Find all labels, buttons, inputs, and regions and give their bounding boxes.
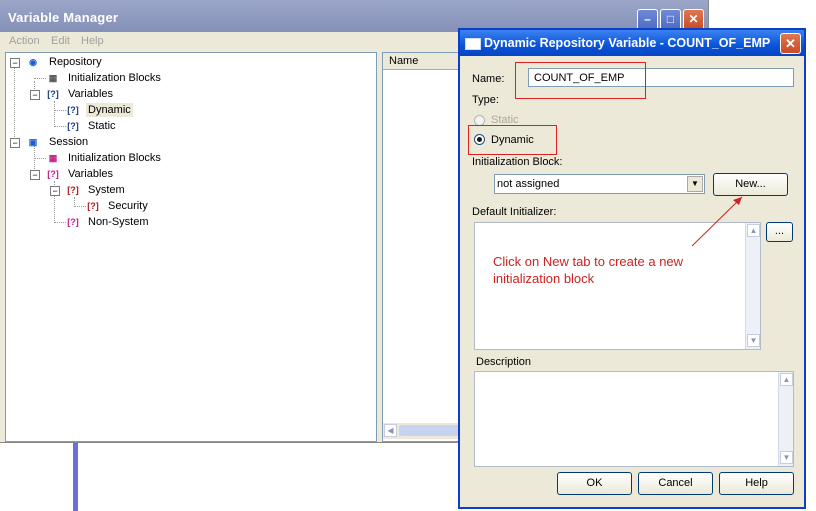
annotation-line-2: initialization block <box>493 271 595 286</box>
annotation-arrow <box>691 196 743 247</box>
annotation-line-1: Click on New tab to create a new <box>493 254 684 269</box>
annotation-text: Click on New tab to create a new initial… <box>493 253 683 287</box>
